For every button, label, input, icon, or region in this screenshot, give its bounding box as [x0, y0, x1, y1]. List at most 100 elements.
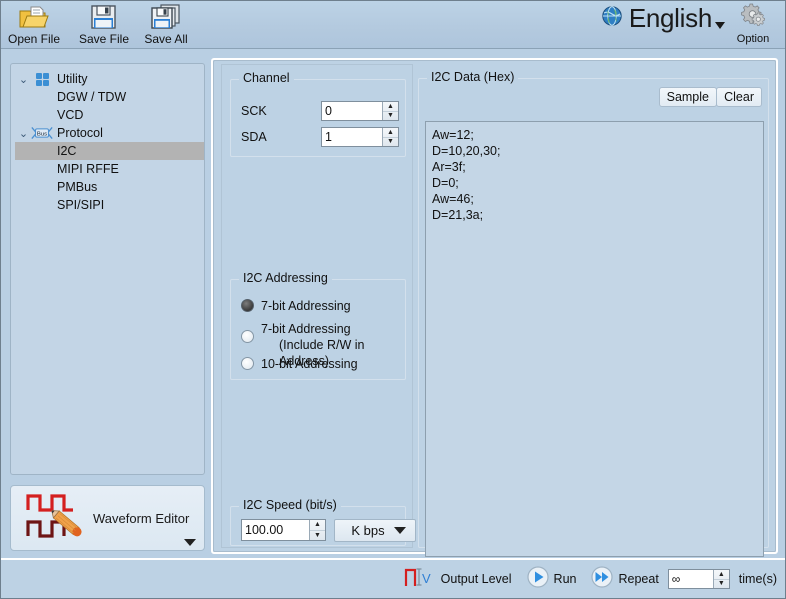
run-label: Run [554, 572, 577, 586]
repeat-label: Repeat [618, 572, 658, 586]
radio-10bit-label: 10-bit Addressing [261, 356, 358, 372]
repeat-button[interactable]: Repeat [591, 566, 658, 593]
chevron-down-icon[interactable]: ⌄ [17, 73, 30, 86]
sample-button[interactable]: Sample [659, 87, 717, 107]
save-all-button[interactable]: Save All [135, 4, 197, 48]
save-all-icon [151, 4, 181, 30]
waveform-pencil-icon [23, 488, 89, 549]
tree-item-spi-sipi[interactable]: SPI/SIPI [15, 196, 204, 214]
chevron-down-icon[interactable] [715, 22, 725, 29]
radio-7bit[interactable]: 7-bit Addressing [241, 298, 351, 314]
tree-item-protocol[interactable]: ⌄ Bus Protocol [15, 124, 204, 142]
speed-increment-button[interactable]: ▲ [310, 520, 325, 531]
speed-spinner-buttons[interactable]: ▲ ▼ [309, 520, 325, 540]
tree-item-label: VCD [54, 108, 83, 122]
i2c-data-textarea[interactable]: Aw=12; D=10,20,30; Ar=3f; D=0; Aw=46; D=… [425, 121, 764, 557]
tree-item-label: SPI/SIPI [54, 198, 104, 212]
tree-item-mipi-rffe[interactable]: MIPI RFFE [15, 160, 204, 178]
output-level-label: Output Level [441, 572, 512, 586]
output-level-icon: V [404, 565, 436, 594]
sda-increment-button[interactable]: ▲ [383, 128, 398, 138]
repeat-spinner-buttons[interactable]: ▲ ▼ [713, 570, 729, 588]
language-selector[interactable]: English [601, 3, 725, 34]
option-button[interactable]: Option [725, 3, 781, 45]
dots-grid-icon [30, 73, 54, 86]
svg-text:V: V [422, 571, 431, 586]
channel-group: Channel SCK ▲ ▼ SDA ▲ ▼ [230, 79, 406, 157]
addressing-group-title: I2C Addressing [239, 271, 332, 285]
times-label: time(s) [739, 572, 777, 586]
tree-item-label: I2C [54, 144, 76, 158]
radio-7bit-label: 7-bit Addressing [261, 298, 351, 314]
waveform-editor-label: Waveform Editor [93, 511, 189, 526]
bus-icon: Bus [30, 126, 54, 140]
sck-spinner-buttons[interactable]: ▲ ▼ [382, 102, 398, 120]
speed-spinner[interactable]: ▲ ▼ [241, 519, 326, 541]
status-bar: V Output Level Run Repeat ▲ ▼ [1, 558, 785, 598]
sck-label: SCK [241, 104, 267, 118]
open-file-label: Open File [8, 32, 60, 46]
option-label: Option [737, 33, 769, 45]
sda-input[interactable] [322, 128, 382, 146]
chevron-down-icon[interactable] [394, 527, 406, 534]
navigation-tree-panel: ⌄ Utility DGW / TDW VCD ⌄ Bus Protocol I2C MIPI … [10, 63, 205, 475]
speed-group: I2C Speed (bit/s) ▲ ▼ K bps [230, 506, 406, 546]
settings-column: Channel SCK ▲ ▼ SDA ▲ ▼ I2C Addressing [221, 64, 413, 548]
radio-7bit-rw-indicator[interactable] [241, 330, 254, 343]
repeat-count-input[interactable] [669, 570, 713, 588]
tree-item-label: Utility [54, 72, 88, 86]
sck-spinner[interactable]: ▲ ▼ [321, 101, 399, 121]
tree-item-utility[interactable]: ⌄ Utility [15, 70, 204, 88]
sck-decrement-button[interactable]: ▼ [383, 112, 398, 121]
tree-item-label: MIPI RFFE [54, 162, 119, 176]
speed-input[interactable] [242, 520, 309, 540]
repeat-decrement-button[interactable]: ▼ [714, 580, 729, 589]
sck-increment-button[interactable]: ▲ [383, 102, 398, 112]
sda-spinner[interactable]: ▲ ▼ [321, 127, 399, 147]
save-file-label: Save File [79, 32, 129, 46]
data-group: I2C Data (Hex) Sample Clear Aw=12; D=10,… [418, 78, 769, 548]
data-group-title: I2C Data (Hex) [427, 70, 518, 84]
tree-item-dgw-tdw[interactable]: DGW / TDW [15, 88, 204, 106]
clear-button[interactable]: Clear [716, 87, 762, 107]
output-level-control[interactable]: V Output Level [404, 565, 512, 594]
language-label: English [629, 3, 712, 34]
tree-item-vcd[interactable]: VCD [15, 106, 204, 124]
repeat-count-spinner[interactable]: ▲ ▼ [668, 569, 730, 589]
open-folder-icon [19, 4, 49, 30]
sda-decrement-button[interactable]: ▼ [383, 138, 398, 147]
speed-group-title: I2C Speed (bit/s) [239, 498, 341, 512]
addressing-group: I2C Addressing 7-bit Addressing 7-bit Ad… [230, 279, 406, 380]
main-toolbar: Open File Save File Sa [1, 1, 785, 49]
open-file-button[interactable]: Open File [3, 4, 65, 48]
run-button[interactable]: Run [527, 566, 577, 593]
tree-item-i2c[interactable]: I2C [15, 142, 204, 160]
tree-item-label: Protocol [54, 126, 103, 140]
speed-unit-select[interactable]: K bps [334, 519, 416, 542]
gear-icon [738, 3, 768, 34]
speed-unit-label: K bps [351, 523, 384, 538]
chevron-down-icon[interactable] [184, 539, 196, 546]
globe-icon [601, 5, 623, 32]
svg-text:Bus: Bus [37, 131, 47, 137]
tree-item-pmbus[interactable]: PMBus [15, 178, 204, 196]
waveform-editor-button[interactable]: Waveform Editor [10, 485, 205, 551]
speed-decrement-button[interactable]: ▼ [310, 531, 325, 541]
navigation-tree[interactable]: ⌄ Utility DGW / TDW VCD ⌄ Bus Protocol I2C MIPI … [11, 64, 204, 214]
save-file-button[interactable]: Save File [73, 4, 135, 48]
sda-spinner-buttons[interactable]: ▲ ▼ [382, 128, 398, 146]
content-frame: Channel SCK ▲ ▼ SDA ▲ ▼ I2C Addressing [211, 58, 778, 554]
chevron-down-icon[interactable]: ⌄ [17, 127, 30, 140]
radio-7bit-rw-line1: 7-bit Addressing [261, 322, 351, 336]
radio-7bit-indicator[interactable] [241, 299, 254, 312]
tree-item-label: PMBus [54, 180, 97, 194]
channel-group-title: Channel [239, 71, 294, 85]
save-all-label: Save All [144, 32, 187, 46]
sda-label: SDA [241, 130, 267, 144]
radio-10bit-indicator[interactable] [241, 357, 254, 370]
repeat-increment-button[interactable]: ▲ [714, 570, 729, 580]
radio-10bit[interactable]: 10-bit Addressing [241, 356, 358, 372]
play-icon [527, 566, 549, 593]
fast-forward-icon [591, 566, 613, 593]
sck-input[interactable] [322, 102, 382, 120]
